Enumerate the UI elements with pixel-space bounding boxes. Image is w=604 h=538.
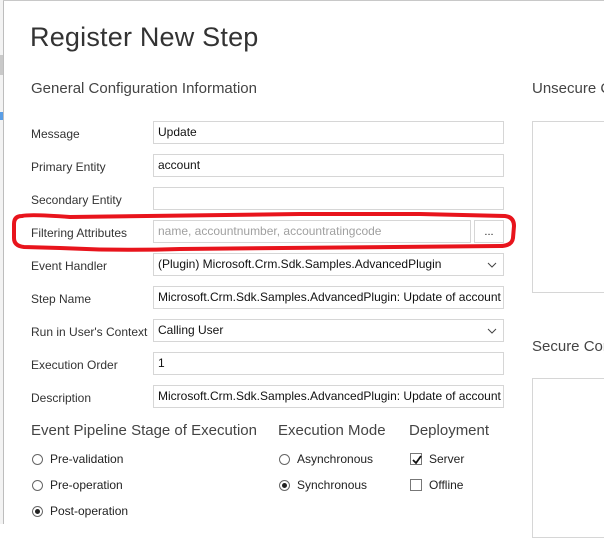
dialog-title: Register New Step [30,22,259,52]
step-name-label: Step Name [31,292,92,306]
radio-pre-validation[interactable]: Pre-validation [32,452,123,466]
radio-label: Asynchronous [297,452,374,466]
message-label: Message [31,127,80,141]
radio-label: Synchronous [297,478,368,492]
radio-label: Pre-validation [50,452,124,466]
radio-button[interactable] [32,479,43,491]
unsecure-config-textarea[interactable] [532,121,604,293]
secure-config-textarea[interactable] [532,378,604,538]
checkbox-unchecked[interactable] [410,479,422,491]
primary-entity-input[interactable]: account [153,154,504,177]
radio-button[interactable] [279,453,290,465]
chevron-down-icon [487,262,497,268]
general-section-heading: General Configuration Information [31,80,257,97]
secondary-entity-input[interactable] [153,187,504,210]
run-context-select[interactable]: Calling User [153,319,504,342]
checkbox-server[interactable]: Server [410,452,464,466]
checkmark-icon [412,455,422,465]
event-handler-value: (Plugin) Microsoft.Crm.Sdk.Samples.Advan… [158,257,442,271]
checkbox-label: Server [429,452,465,466]
radio-label: Post-operation [50,504,129,518]
radio-button[interactable] [32,453,43,465]
chevron-down-icon [487,328,497,334]
run-context-label: Run in User's Context [31,325,148,339]
execution-mode-heading: Execution Mode [278,422,386,439]
primary-entity-label: Primary Entity [31,160,106,174]
deployment-heading: Deployment [409,422,490,439]
filtering-attributes-label: Filtering Attributes [31,226,128,240]
execution-order-label: Execution Order [31,358,118,372]
dialog-border-left [3,0,4,524]
pipeline-stage-heading: Event Pipeline Stage of Execution [31,422,257,439]
secondary-entity-label: Secondary Entity [31,193,122,207]
message-input[interactable]: Update [153,121,504,144]
event-handler-select[interactable]: (Plugin) Microsoft.Crm.Sdk.Samples.Advan… [153,253,504,276]
radio-label: Pre-operation [50,478,123,492]
radio-synchronous[interactable]: Synchronous [279,478,367,492]
run-context-value: Calling User [158,323,224,337]
unsecure-config-heading: Unsecure Configuration [532,80,604,97]
radio-button-selected[interactable] [279,479,290,491]
dialog-border-top [3,0,604,1]
secure-config-heading: Secure Configuration [532,338,604,355]
description-input[interactable]: Microsoft.Crm.Sdk.Samples.AdvancedPlugin… [153,385,504,408]
filtering-attributes-browse-button[interactable]: ... [474,220,504,243]
radio-button-selected[interactable] [32,505,43,517]
event-handler-label: Event Handler [31,259,108,273]
checkbox-checked[interactable] [410,453,422,465]
execution-order-input[interactable]: 1 [153,352,504,375]
filtering-attributes-input[interactable]: name, accountnumber, accountratingcode [153,220,471,243]
radio-asynchronous[interactable]: Asynchronous [279,452,373,466]
description-label: Description [31,391,92,405]
step-name-input[interactable]: Microsoft.Crm.Sdk.Samples.AdvancedPlugin… [153,286,504,309]
checkbox-label: Offline [429,478,464,492]
checkbox-offline[interactable]: Offline [410,478,463,492]
radio-pre-operation[interactable]: Pre-operation [32,478,123,492]
radio-post-operation[interactable]: Post-operation [32,504,128,518]
